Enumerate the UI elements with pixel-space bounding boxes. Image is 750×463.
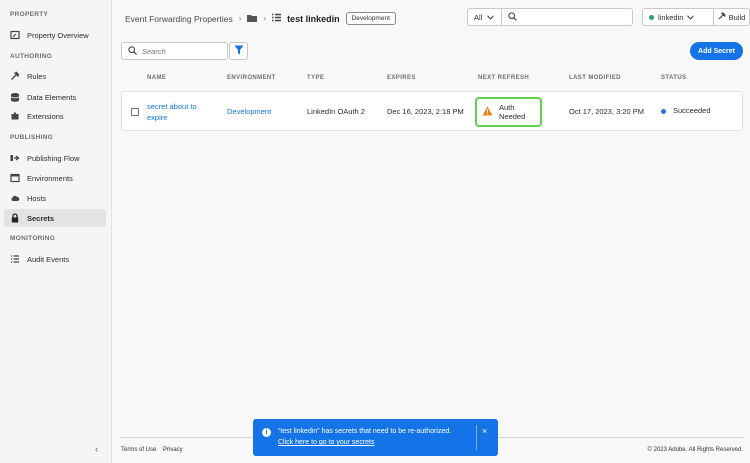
sidebar-item-rules[interactable]: Rules [4, 67, 106, 85]
chevron-right-icon: › [238, 14, 242, 23]
toast-message: “test linkedin” has secrets that need to… [278, 426, 451, 448]
sidebar-item-property-overview[interactable]: Property Overview [4, 26, 106, 44]
column-header-type[interactable]: TYPE [307, 75, 324, 81]
table-row[interactable]: secret about to expire Development Linke… [121, 91, 743, 131]
sidebar-item-label: Rules [27, 71, 47, 81]
last-modified-date: Oct 17, 2023, 3:20 PM [569, 107, 645, 116]
column-header-name[interactable]: NAME [147, 75, 166, 81]
reauthorize-toast: i “test linkedin” has secrets that need … [253, 419, 498, 456]
chevron-left-icon: ‹ [95, 444, 98, 454]
list-icon [10, 254, 20, 264]
library-select[interactable]: linkedin [642, 8, 714, 26]
sidebar-item-secrets[interactable]: Secrets [4, 209, 106, 227]
sidebar-item-label: Environments [27, 173, 73, 183]
secret-name-line: secret about to [147, 102, 197, 111]
toast-divider [476, 425, 477, 450]
search-icon [128, 42, 137, 60]
header: Event Forwarding Properties › › test lin… [113, 0, 750, 34]
page-title: test linkedin [287, 13, 340, 24]
copyright-text: © 2023 Adobe. All Rights Reserved. [647, 447, 743, 453]
build-button[interactable]: Build [714, 8, 750, 26]
sidebar-item-publishing-flow[interactable]: Publishing Flow [4, 149, 106, 167]
sidebar-item-hosts[interactable]: Hosts [4, 189, 106, 207]
sidebar-item-extensions[interactable]: Extensions [4, 107, 106, 125]
property-list-icon [272, 13, 282, 24]
close-icon: × [482, 426, 488, 436]
privacy-link[interactable]: Privacy [163, 447, 183, 453]
sidebar-item-label: Secrets [27, 213, 55, 223]
secret-name-line: expire [147, 113, 168, 122]
column-header-expires[interactable]: EXPIRES [387, 75, 416, 81]
column-header-status[interactable]: STATUS [661, 75, 687, 81]
search-icon [508, 8, 517, 26]
sidebar-heading-publishing: PUBLISHING [10, 134, 54, 141]
collapse-sidebar-button[interactable]: ‹ [95, 444, 98, 454]
cloud-icon [10, 193, 20, 203]
status-dot [661, 108, 666, 114]
library-status-dot [649, 14, 654, 20]
folder-icon [247, 14, 258, 24]
secret-search-field[interactable] [121, 42, 228, 60]
sidebar-item-label: Data Elements [27, 92, 77, 102]
search-input[interactable] [142, 46, 222, 56]
extensions-icon [10, 111, 20, 121]
database-icon [10, 92, 20, 102]
next-refresh-status: Auth Needed [499, 103, 526, 121]
overview-icon [10, 30, 20, 40]
sidebar-item-environments[interactable]: Environments [4, 169, 106, 187]
scope-select-value: All [474, 12, 483, 22]
publishing-flow-icon [10, 153, 20, 163]
rules-icon [10, 71, 20, 81]
sidebar-item-label: Audit Events [27, 254, 70, 264]
scope-select[interactable]: All [467, 8, 501, 26]
column-header-next-refresh[interactable]: NEXT REFRESH [478, 75, 529, 81]
sidebar-item-label: Property Overview [27, 30, 89, 40]
breadcrumb-root-link[interactable]: Event Forwarding Properties [125, 14, 233, 24]
breadcrumb: Event Forwarding Properties › › test lin… [125, 12, 396, 25]
library-name: linkedin [658, 12, 684, 22]
build-label: Build [728, 12, 746, 22]
expires-date: Dec 16, 2023, 2:18 PM [387, 107, 464, 116]
header-search-input[interactable] [501, 8, 633, 26]
status-badge: Succeeded [661, 106, 711, 115]
info-icon: i [262, 428, 271, 437]
chevron-down-icon [687, 13, 695, 22]
environment-badge: Development [345, 12, 396, 25]
lock-icon [10, 213, 20, 223]
sidebar-item-label: Publishing Flow [27, 153, 80, 163]
close-toast-button[interactable]: × [482, 426, 487, 436]
sidebar-heading-monitoring: MONITORING [10, 235, 56, 242]
row-checkbox[interactable] [131, 108, 139, 116]
warning-icon [482, 106, 493, 118]
sidebar-item-label: Extensions [27, 111, 64, 121]
hammer-icon [718, 12, 726, 22]
environments-icon [10, 173, 20, 183]
toast-text: “test linkedin” has secrets that need to… [278, 428, 452, 435]
chevron-down-icon [487, 13, 495, 22]
environment-link[interactable]: Development [227, 107, 271, 116]
sidebar-item-audit-events[interactable]: Audit Events [4, 250, 106, 268]
secret-type: LinkedIn OAuth 2 [307, 107, 365, 116]
sidebar-item-data-elements[interactable]: Data Elements [4, 88, 106, 106]
terms-of-use-link[interactable]: Terms of Use [121, 447, 156, 453]
sidebar: PROPERTY Property Overview AUTHORING Rul… [0, 0, 112, 463]
sidebar-item-label: Hosts [27, 193, 47, 203]
filter-button[interactable] [229, 42, 248, 60]
filter-icon [234, 42, 244, 60]
secret-name-link[interactable]: secret about to expire [147, 101, 197, 123]
column-header-last-modified[interactable]: LAST MODIFIED [569, 75, 621, 81]
add-secret-button[interactable]: Add Secret [690, 42, 743, 60]
sidebar-heading-property: PROPERTY [10, 11, 49, 18]
auth-needed-indicator[interactable]: Auth Needed [475, 97, 542, 127]
column-header-environment[interactable]: ENVIRONMENT [227, 75, 276, 81]
go-to-secrets-link[interactable]: Click here to go to your secrets [278, 437, 451, 448]
chevron-right-icon: › [263, 14, 267, 23]
sidebar-heading-authoring: AUTHORING [10, 53, 53, 60]
status-text: Succeeded [673, 106, 711, 115]
